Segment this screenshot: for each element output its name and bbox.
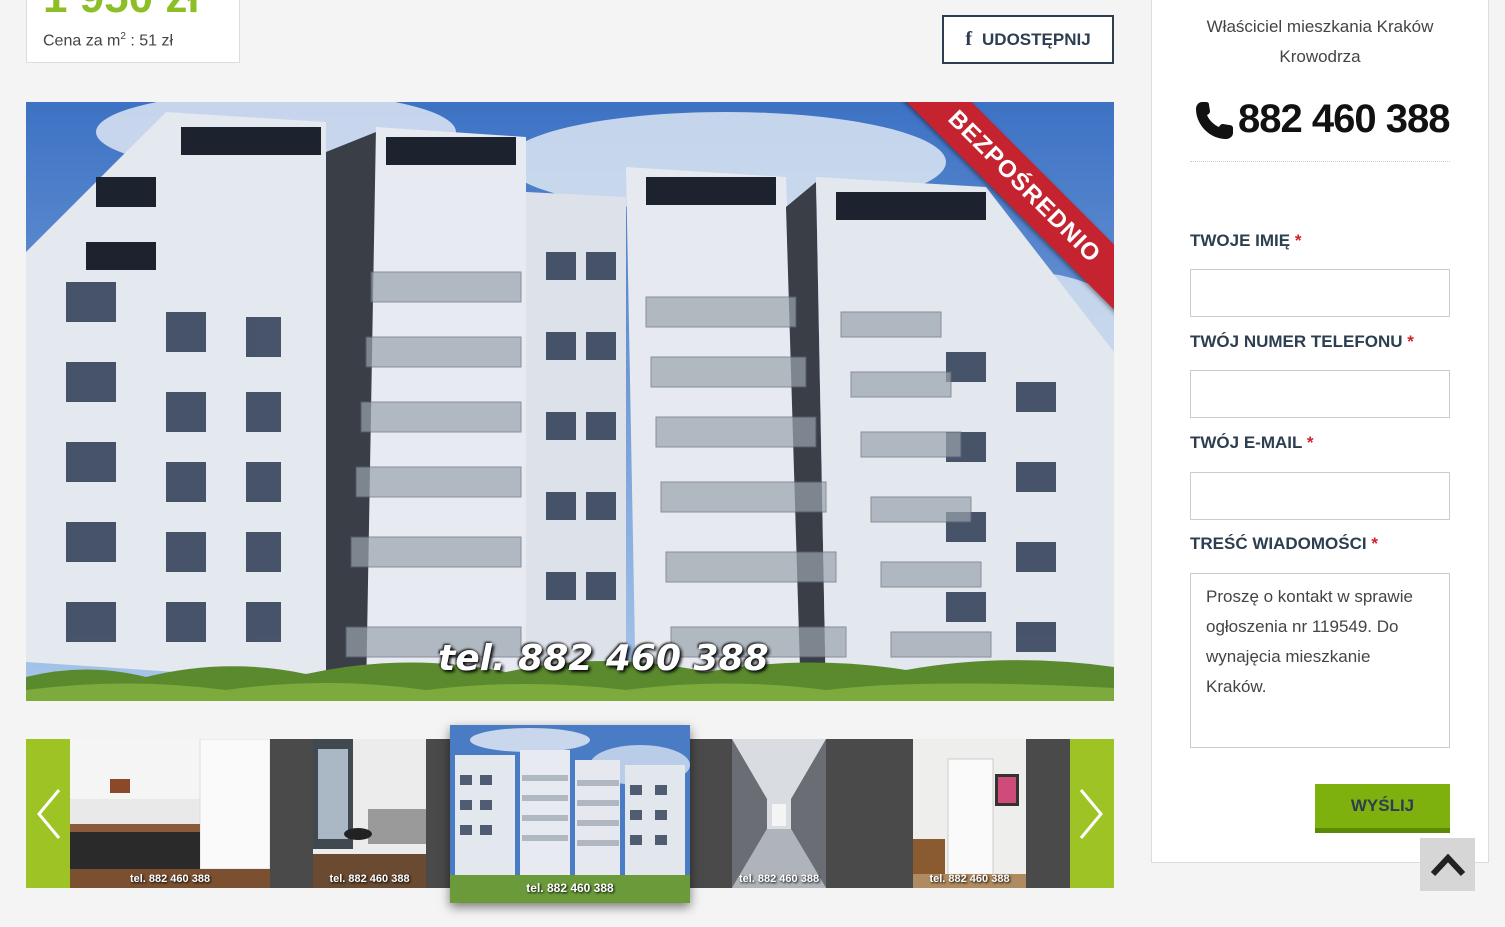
- thumbnail-corridor-image: [732, 739, 826, 888]
- main-photo[interactable]: BEZPOŚREDNIO tel. 882 460 388: [26, 102, 1114, 701]
- name-input[interactable]: [1190, 269, 1450, 317]
- required-mark: *: [1407, 332, 1414, 351]
- gallery-next-button[interactable]: [1070, 739, 1114, 888]
- chevron-right-icon: [1079, 788, 1103, 839]
- building-photo: [26, 102, 1114, 701]
- facebook-icon: f: [965, 28, 973, 50]
- thumbnail-building-image: [450, 725, 690, 903]
- thumbnail-kitchen-image: [70, 739, 270, 888]
- phone-input[interactable]: [1190, 370, 1450, 418]
- email-input[interactable]: [1190, 472, 1450, 520]
- phone-divider: [1190, 161, 1450, 162]
- required-mark: *: [1294, 231, 1302, 250]
- thumbnail-living-room[interactable]: tel. 882 460 388: [313, 739, 426, 888]
- message-label-text: TREŚĆ WIADOMOŚCI: [1190, 534, 1367, 553]
- thumbnail-corridor-phone: tel. 882 460 388: [738, 873, 820, 885]
- thumbnail-kitchen-phone: tel. 882 460 388: [129, 873, 211, 885]
- scroll-top-button[interactable]: [1420, 838, 1475, 891]
- chevron-left-icon: [37, 788, 61, 839]
- thumbnail-hallway-image: [913, 739, 1026, 888]
- thumbnail-living-room-phone: tel. 882 460 388: [329, 873, 410, 885]
- thumbnail-corridor[interactable]: tel. 882 460 388: [732, 739, 826, 888]
- thumbnail-hallway-phone: tel. 882 460 388: [929, 873, 1010, 885]
- phone-number: 882 460 388: [1238, 97, 1450, 141]
- message-textarea[interactable]: Proszę o kontakt w sprawie ogłoszenia nr…: [1190, 573, 1450, 748]
- share-label: UDOSTĘPNIJ: [982, 29, 1091, 49]
- price-per-sqm-suffix: : 51 zł: [125, 32, 174, 50]
- email-label: TWÓJ E-MAIL *: [1190, 433, 1313, 453]
- price-value: 1 950 zł: [43, 0, 200, 23]
- phone-label: TWÓJ NUMER TELEFONU *: [1190, 332, 1414, 352]
- email-label-text: TWÓJ E-MAIL: [1190, 433, 1303, 452]
- chevron-up-icon: [1430, 853, 1465, 876]
- message-label: TREŚĆ WIADOMOŚCI *: [1190, 534, 1378, 554]
- thumbnail-hallway[interactable]: tel. 882 460 388: [913, 739, 1026, 888]
- price-per-sqm: Cena za m2 : 51 zł: [43, 31, 173, 50]
- phone-block[interactable]: 882 460 388: [1194, 97, 1450, 142]
- contact-sidebar: Właściciel mieszkania Kraków Krowodrza 8…: [1151, 0, 1489, 863]
- gallery-prev-button[interactable]: [26, 739, 70, 888]
- send-button[interactable]: WYŚLIJ: [1315, 784, 1450, 833]
- thumbnail-building-active[interactable]: tel. 882 460 388: [450, 725, 690, 903]
- phone-icon: [1196, 101, 1233, 139]
- name-label-text: TWOJE IMIĘ: [1190, 231, 1291, 250]
- thumbnail-kitchen[interactable]: tel. 882 460 388: [70, 739, 270, 888]
- required-mark: *: [1306, 433, 1314, 452]
- name-label: TWOJE IMIĘ *: [1190, 231, 1301, 251]
- thumbnail-living-room-image: [313, 739, 426, 888]
- price-box: 1 950 zł Cena za m2 : 51 zł: [26, 0, 240, 63]
- required-mark: *: [1371, 534, 1378, 553]
- owner-description: Właściciel mieszkania Kraków Krowodrza: [1206, 17, 1434, 66]
- phone-label-text: TWÓJ NUMER TELEFONU: [1190, 332, 1403, 351]
- photo-phone-overlay: tel. 882 460 388: [438, 638, 769, 679]
- thumbnail-building-phone: tel. 882 460 388: [526, 881, 614, 895]
- share-button[interactable]: f UDOSTĘPNIJ: [942, 15, 1114, 64]
- price-per-sqm-prefix: Cena za m: [43, 32, 121, 50]
